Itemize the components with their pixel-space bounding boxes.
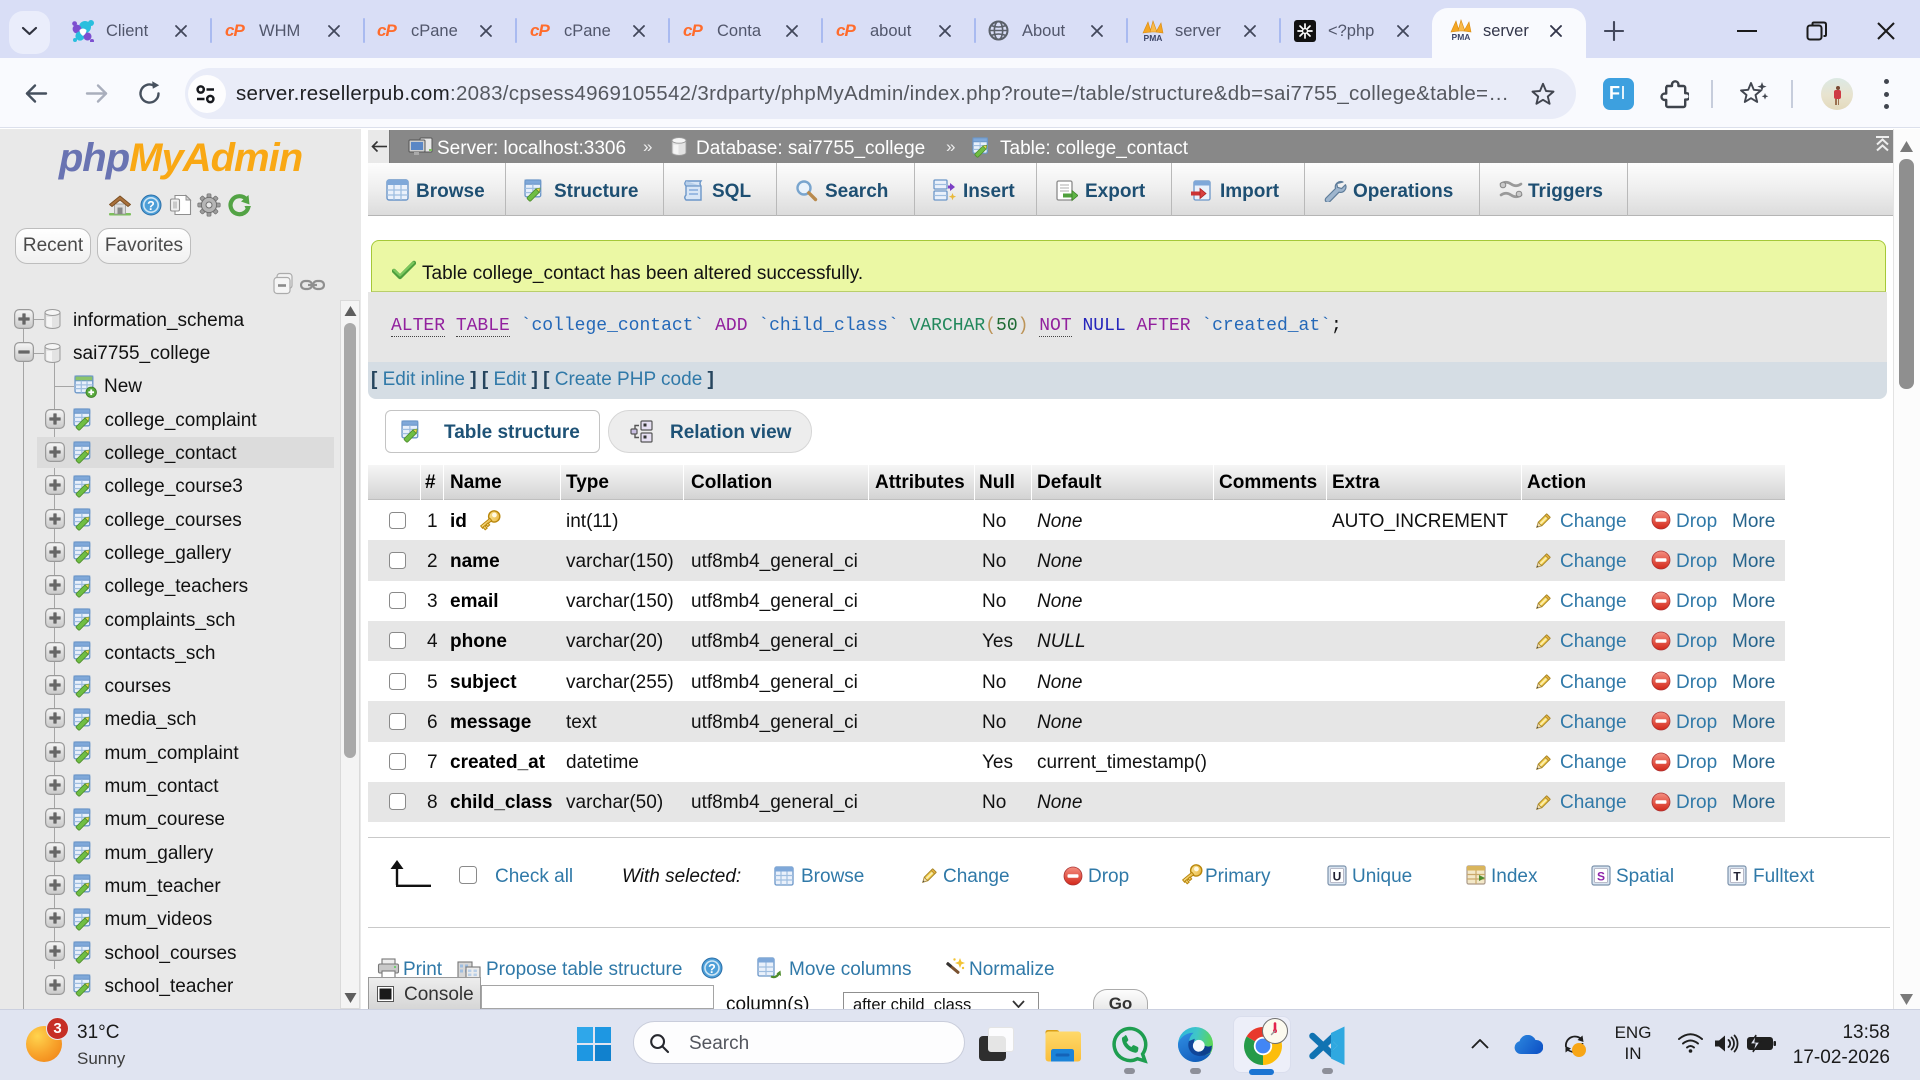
svg-text:S: S xyxy=(1597,870,1605,884)
svg-text:T: T xyxy=(1733,870,1741,884)
svg-text:PMA: PMA xyxy=(1452,32,1471,41)
svg-text:?: ? xyxy=(147,199,155,213)
svg-text:PMA: PMA xyxy=(1144,33,1163,42)
svg-text:?: ? xyxy=(708,962,716,976)
svg-text:U: U xyxy=(1333,870,1342,884)
